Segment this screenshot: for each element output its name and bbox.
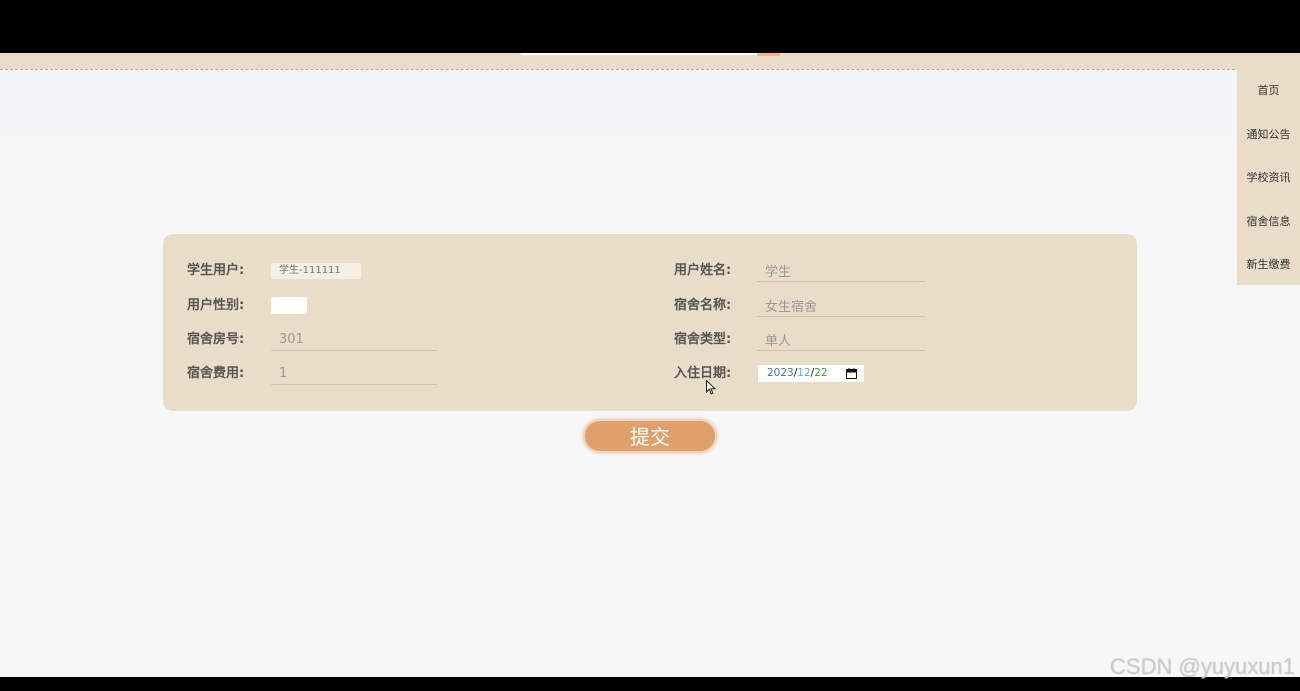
fee-input[interactable]	[271, 363, 437, 385]
top-black-bar	[0, 0, 1300, 53]
dorm-name-input[interactable]	[757, 295, 925, 317]
top-nav-accent	[757, 53, 780, 56]
side-nav-item-freshman-payment[interactable]: 新生缴费	[1237, 243, 1300, 287]
header-band	[0, 70, 1300, 148]
fee-label: 宿舍费用:	[187, 366, 245, 381]
gender-label: 用户性别:	[187, 298, 245, 313]
date-day-segment[interactable]: 22	[814, 367, 827, 379]
mouse-cursor-icon	[706, 380, 716, 395]
user-name-label: 用户姓名:	[674, 263, 732, 278]
side-nav-item-dorm-info[interactable]: 宿舍信息	[1237, 200, 1300, 244]
student-user-value: 学生-111111	[271, 263, 361, 279]
student-user-label: 学生用户:	[187, 263, 245, 278]
dorm-type-input[interactable]	[757, 329, 925, 351]
date-year-segment[interactable]: 2023	[767, 367, 794, 379]
dorm-type-label: 宿舍类型:	[674, 332, 732, 347]
top-nav-strip	[0, 53, 1300, 69]
calendar-icon[interactable]	[846, 368, 857, 379]
side-nav-item-notices[interactable]: 通知公告	[1237, 113, 1300, 157]
top-nav-active-indicator	[521, 53, 757, 55]
checkin-date-label: 入住日期:	[674, 366, 732, 381]
submit-button[interactable]: 提交	[583, 419, 717, 453]
user-name-input[interactable]	[757, 260, 925, 282]
checkin-date-input[interactable]: 2023/12/22	[758, 365, 864, 382]
dorm-form-panel: 学生用户: 学生-111111 用户性别: 宿舍房号: 宿舍费用: 用户姓名: …	[163, 234, 1137, 411]
side-nav-item-school-news[interactable]: 学校资讯	[1237, 156, 1300, 200]
side-nav: 首页 通知公告 学校资讯 宿舍信息 新生缴费	[1237, 69, 1300, 285]
bottom-black-bar	[0, 677, 1300, 691]
watermark: CSDN @yuyuxun1	[1110, 654, 1295, 679]
room-no-input[interactable]	[271, 329, 437, 351]
gender-select[interactable]	[271, 297, 307, 314]
dorm-name-label: 宿舍名称:	[674, 298, 732, 313]
side-nav-item-home[interactable]: 首页	[1237, 69, 1300, 113]
room-no-label: 宿舍房号:	[187, 332, 245, 347]
date-month-segment[interactable]: 12	[797, 367, 810, 379]
